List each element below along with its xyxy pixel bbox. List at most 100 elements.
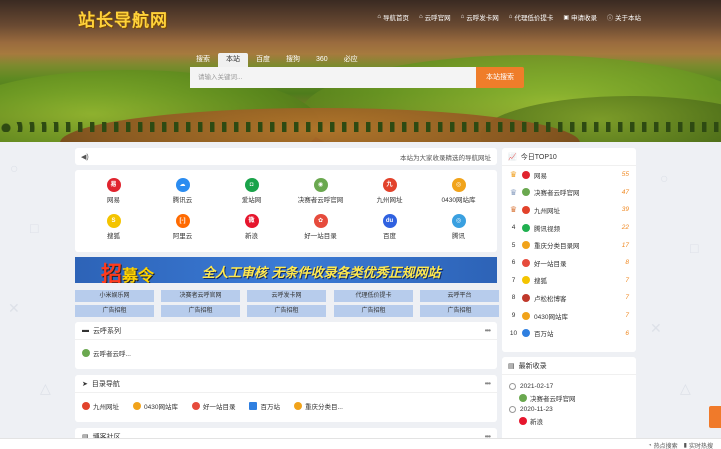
top10-item[interactable]: 9 0430网站库 7 [502, 307, 636, 325]
link-item[interactable]: 百万站 [249, 401, 280, 411]
tab-bing[interactable]: 必应 [336, 53, 366, 67]
bg-cross-deco: ✕ [8, 300, 20, 316]
top10-item[interactable]: 5 重庆分类目录网 17 [502, 236, 636, 254]
visit-count: 7 [625, 294, 629, 302]
send-icon: ➤ [82, 380, 88, 388]
link-item[interactable]: 云呼者云呼... [82, 348, 131, 358]
footer-bar: ◔ 热点搜索 ▮ 实时热搜 [0, 438, 721, 449]
nav-about[interactable]: ⓘ 关于本站 [607, 12, 641, 22]
ad-slot[interactable]: 决赛者云呼官网 [161, 290, 240, 302]
realtime-hot-link[interactable]: ▮ 实时热搜 [684, 441, 713, 449]
chart-bar-icon: ▮ [683, 443, 687, 449]
quick-link-item[interactable]: ☁ 腾讯云 [148, 176, 217, 212]
site-name: 重庆分类目录网 [534, 243, 580, 251]
ad-slot[interactable]: 广告招租 [161, 305, 240, 317]
quick-link-item[interactable]: ✿ 好一站目录 [286, 212, 355, 248]
site-icon [522, 329, 530, 338]
top10-item[interactable]: ♛ 网易 55 [502, 166, 636, 184]
top10-item[interactable]: ♛ 决赛者云呼官网 47 [502, 184, 636, 202]
visit-count: 47 [621, 188, 629, 196]
jiuzhou-icon: 九 [382, 178, 397, 192]
top10-item[interactable]: ♛ 九州网址 39 [502, 201, 636, 219]
quick-link-item[interactable]: du 百度 [355, 212, 424, 248]
site-icon [522, 258, 530, 267]
side-float-button[interactable] [709, 406, 721, 428]
ad-slot[interactable]: 小米娱乐网 [75, 290, 154, 302]
visit-count: 39 [621, 206, 629, 214]
quick-link-item[interactable]: 九九州网址 [355, 176, 424, 212]
hot-search-link[interactable]: ◔ 热点搜索 [648, 441, 678, 449]
top10-item[interactable]: 4 腾讯视频 22 [502, 219, 636, 237]
quick-links-row: 易网易 ☁ 腾讯云 ◘ 爱站网 ◉ 决赛者云呼官网 九九州网址 ◎ 0430网站库 [79, 176, 493, 212]
latest-timeline: 2021-02-17 决赛者云呼官网 2020-11-23 新浪 [502, 375, 636, 435]
quick-link-item[interactable]: [-] 阿里云 [148, 212, 217, 248]
promo-banner[interactable]: 招募令 全人工审核 无条件收录各类优秀正规网站 [75, 257, 497, 283]
nav-apply[interactable]: ▣ 申请收录 [563, 12, 597, 23]
link-item[interactable]: 0430网站库 [133, 401, 178, 411]
nav-yunhu-card[interactable]: ⌂ 云呼发卡网 [461, 12, 499, 22]
rank-number: 8 [511, 294, 516, 302]
quick-link-label: 阿里云 [172, 233, 193, 240]
plus-square-icon: ▣ [563, 14, 569, 21]
search-button[interactable]: 本站搜索 [476, 67, 524, 88]
quick-link-item[interactable]: S 搜狐 [79, 212, 148, 248]
nav-yunhu-official[interactable]: ⌂ 云呼官网 [419, 12, 451, 22]
site-logo[interactable]: 站长导航网 [78, 6, 168, 31]
fire-icon: ◔ [648, 442, 652, 449]
top10-item[interactable]: 7 搜狐 7 [502, 272, 636, 290]
more-icon[interactable]: ••• [485, 326, 491, 335]
rank-number: 7 [511, 276, 516, 284]
globe-icon: ◉ [313, 178, 328, 192]
top10-item[interactable]: 8 卢松松博客 7 [502, 289, 636, 307]
ad-slot[interactable]: 广告招租 [75, 305, 154, 317]
cloud-icon: ☁ [175, 178, 190, 192]
bg-cross-deco: ✕ [650, 320, 662, 336]
home-icon: ⌂ [418, 14, 423, 20]
link-item[interactable]: 好一站目录 [191, 401, 235, 411]
more-icon[interactable]: ••• [485, 379, 491, 388]
top10-item[interactable]: 10 百万站 6 [502, 324, 636, 342]
search-input[interactable]: 请输入关键词... [190, 67, 476, 88]
nav-agent-card[interactable]: ⌂ 代理低价提卡 [509, 12, 554, 22]
ad-slot[interactable]: 代理低价提卡 [334, 290, 413, 302]
rank-number: 4 [511, 224, 516, 232]
quick-link-label: 搜狐 [107, 233, 120, 240]
quick-link-item[interactable]: ◘ 爱站网 [217, 176, 286, 212]
section-links: 九州网址 0430网站库 好一站目录 百万站 重庆分类目... [75, 393, 497, 419]
site-icon [522, 293, 530, 302]
tab-baidu[interactable]: 百度 [248, 53, 278, 67]
timeline-entry[interactable]: 决赛者云呼官网 [519, 393, 629, 403]
ad-slots: 小米娱乐网 决赛者云呼官网 云呼发卡网 代理低价提卡 云呼平台 广告招租 广告招租 广告招租广… [75, 290, 499, 318]
pinwheel-icon [191, 402, 200, 410]
quick-link-label: 网易 [107, 197, 120, 204]
ad-slot[interactable]: 云呼平台 [420, 290, 499, 302]
top10-list: ♛ 网易 55 ♛ 决赛者云呼官网 47 ♛ 九州网址 39 4 腾讯视频 22 5 重庆分类目录网 17 6… [502, 166, 636, 342]
ad-slot[interactable]: 广告招租 [420, 305, 499, 317]
tab-search[interactable]: 搜索 [188, 53, 218, 67]
visit-count: 8 [625, 259, 629, 267]
nav-home[interactable]: ⌂ 导航首页 [377, 12, 409, 22]
quick-link-label: 新浪 [245, 233, 258, 240]
weibo-icon: 微 [244, 214, 259, 228]
ad-slot[interactable]: 广告招租 [247, 305, 326, 317]
link-item[interactable]: 重庆分类目... [293, 401, 343, 411]
quick-link-label: 百度 [383, 233, 396, 240]
tab-sogou[interactable]: 搜狗 [278, 53, 308, 67]
timeline-entry[interactable]: 新浪 [519, 416, 629, 426]
quick-link-item[interactable]: ◉ 决赛者云呼官网 [286, 176, 355, 212]
link-item[interactable]: 九州网址 [82, 401, 119, 411]
tab-360[interactable]: 360 [308, 53, 336, 67]
quick-link-item[interactable]: ◎ 0430网站库 [424, 176, 493, 212]
ad-slot[interactable]: 广告招租 [334, 305, 413, 317]
top10-item[interactable]: 6 好一站目录 8 [502, 254, 636, 272]
site-icon [522, 311, 530, 320]
quick-link-item[interactable]: ◎ 腾讯 [424, 212, 493, 248]
tab-site[interactable]: 本站 [218, 53, 248, 67]
site-name: 决赛者云呼官网 [534, 190, 580, 198]
ad-slot[interactable]: 云呼发卡网 [247, 290, 326, 302]
quick-link-label: 决赛者云呼官网 [297, 197, 344, 204]
site-name: 九州网址 [534, 207, 560, 215]
quick-link-item[interactable]: 易网易 [79, 176, 148, 212]
chrome-icon: ◎ [451, 178, 466, 192]
quick-link-item[interactable]: 微新浪 [217, 212, 286, 248]
